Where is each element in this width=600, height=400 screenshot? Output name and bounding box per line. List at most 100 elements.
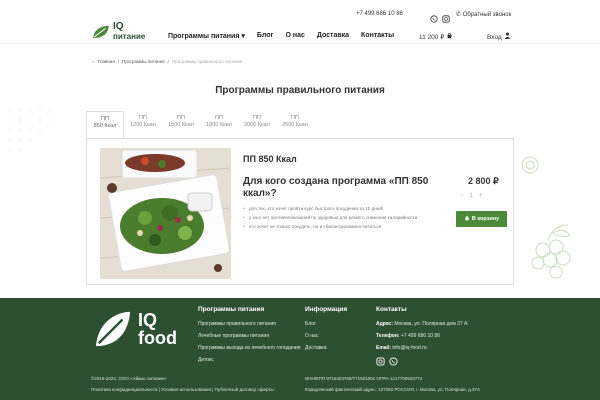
nav-about[interactable]: О нас (285, 32, 304, 40)
product-subtitle: Для кого создана программа «ПП 850 ккал»… (243, 176, 429, 199)
footer-email[interactable]: Email: info@iq-food.ru (376, 345, 467, 351)
footer-address: Адрес: Москва, ул. Полярная дом 37 А (376, 321, 467, 327)
tab-label-line1: ПП (215, 115, 223, 121)
logo[interactable]: IQ питание (92, 21, 146, 41)
tab-label-line1: ПП (291, 115, 299, 121)
whatsapp-icon[interactable] (389, 357, 398, 366)
quantity-minus-button[interactable]: − (460, 193, 464, 199)
footer-link[interactable]: Детокс (198, 357, 300, 363)
callback-label: Обратный звонок (462, 12, 512, 18)
tab-1500[interactable]: ПП 1500 Ккал (162, 111, 200, 138)
footer-link[interactable]: Программы выхода из лечебного голодания (198, 345, 300, 351)
tab-label-line2: 2500 Ккал (282, 122, 308, 128)
shopping-bag-icon (446, 32, 453, 41)
user-icon (504, 32, 511, 41)
tab-label-line2: 850 Ккал (93, 123, 117, 129)
decorative-dots (9, 109, 51, 151)
whatsapp-icon[interactable] (430, 10, 438, 23)
decorative-fruit-illustration (521, 156, 571, 279)
cart-link[interactable]: 11 200 ₽ (419, 32, 453, 41)
quantity-plus-button[interactable]: + (479, 193, 483, 199)
tab-label-line2: 1200 Ккал (130, 122, 156, 128)
footer-logo-food: food (138, 328, 177, 348)
leaf-logo-icon (93, 25, 109, 39)
tab-1800[interactable]: ПП 1800 Ккал (200, 111, 238, 138)
main-nav: Программы питания ▾ Блог О нас Доставка … (168, 32, 394, 40)
logo-text: IQ питание (113, 21, 146, 41)
leaf-logo-icon (95, 311, 131, 347)
footer-link[interactable]: Лечебные программы питания (198, 333, 300, 339)
breadcrumb-current: Программы правильного питания (171, 59, 242, 64)
footer-link[interactable]: О нас (305, 333, 347, 339)
footer-social (376, 357, 467, 366)
footer-link[interactable]: Программы правильного питания (198, 321, 300, 327)
social-links (430, 10, 450, 23)
login-link[interactable]: Вход (487, 32, 511, 41)
footer-info-column: Информация Блог О нас Доставка (305, 306, 347, 357)
home-icon: ⌂ (92, 59, 95, 64)
breadcrumb: ⌂ Главная / Программы питания / Программ… (92, 59, 242, 64)
footer-programs-column: Программы питания Программы правильного … (198, 306, 300, 369)
breadcrumb-separator: / (167, 59, 169, 64)
nav-delivery[interactable]: Доставка (317, 32, 349, 40)
address-label: Адрес: (376, 321, 393, 327)
product-price: 2 800 ₽ (468, 176, 499, 186)
footer-logo-text: IQ food (138, 311, 177, 347)
footer-link[interactable]: Блог (305, 321, 347, 327)
tab-label-line1: ПП (139, 115, 147, 121)
tab-2500[interactable]: ПП 2500 Ккал (276, 111, 314, 138)
footer-column-title: Контакты (376, 306, 407, 313)
tab-label-line2: 1500 Ккал (168, 122, 194, 128)
tab-850[interactable]: ПП 850 Ккал (86, 111, 124, 138)
tab-2000[interactable]: ПП 2000 Ккал (238, 111, 276, 138)
tab-label-line2: 2000 Ккал (244, 122, 270, 128)
list-item: кто хочет не только похудеть, но и сбала… (243, 223, 443, 230)
tab-label-line1: ПП (101, 116, 109, 122)
cart-total: 11 200 ₽ (419, 34, 445, 41)
nav-programs[interactable]: Программы питания ▾ (168, 32, 245, 40)
product-card: ПП 850 Ккал Для кого создана программа «… (86, 138, 514, 285)
copyright: ©2016-2022, ООО «Айкью питание» (91, 376, 167, 381)
product-photo (100, 148, 231, 279)
product-title: ПП 850 Ккал (243, 154, 297, 164)
add-to-cart-label: В корзину (471, 216, 500, 222)
header: IQ питание +7 499 686 10 86 ✆ Обратный з… (0, 0, 600, 44)
tab-1200[interactable]: ПП 1200 Ккал (124, 111, 162, 138)
logo-iq: IQ (113, 21, 124, 32)
email-value: info@iq-food.ru (392, 345, 427, 351)
quantity-value[interactable]: 1 (470, 193, 473, 199)
cart-icon (464, 215, 470, 223)
login-label: Вход (487, 34, 502, 41)
instagram-icon[interactable] (442, 10, 450, 23)
tab-label-line1: ПП (177, 115, 185, 121)
phone-icon: ✆ (456, 12, 462, 18)
footer-phone[interactable]: Телефон: +7 499 686 10 86 (376, 333, 467, 339)
callback-link[interactable]: ✆ Обратный звонок (456, 11, 511, 18)
add-to-cart-button[interactable]: В корзину (456, 211, 507, 227)
chevron-down-icon: ▾ (241, 33, 245, 40)
list-item: у кого нет противопоказаний по здоровью … (243, 214, 443, 221)
phone-value: +7 499 686 10 86 (400, 333, 440, 339)
instagram-icon[interactable] (376, 357, 385, 366)
legal-address: Юридический фактический адрес: 127282 РО… (305, 387, 480, 392)
nav-blog[interactable]: Блог (257, 32, 274, 40)
footer-column-title: Информация (305, 306, 348, 313)
tab-label-line1: ПП (253, 115, 261, 121)
footer-logo[interactable]: IQ food (94, 310, 177, 348)
footer-contacts-column: Контакты Адрес: Москва, ул. Полярная дом… (376, 306, 467, 366)
product-bullets: для тех, кто хочет пройти курс быстрого … (243, 205, 443, 232)
calorie-tabs: ПП 850 Ккал ПП 1200 Ккал ПП 1500 Ккал ПП 180… (86, 111, 314, 138)
footer: IQ food Программы питания Программы прав… (0, 298, 600, 400)
breadcrumb-home[interactable]: Главная (98, 59, 115, 64)
email-label: Email: (376, 345, 392, 351)
breadcrumb-programs[interactable]: Программы питания (122, 59, 164, 64)
address-value: Москва, ул. Полярная дом 37 А (394, 321, 468, 327)
nav-contacts[interactable]: Контакты (361, 32, 394, 40)
header-phone[interactable]: +7 499 686 10 86 (356, 11, 403, 17)
quantity-stepper: − 1 + (460, 193, 482, 199)
footer-link[interactable]: Доставка (305, 345, 347, 351)
phone-label: Телефон: (376, 333, 400, 339)
logo-sub: питание (113, 32, 146, 41)
legal-links[interactable]: Политика конфиденциальности | Условия ис… (91, 387, 274, 392)
nav-programs-label: Программы питания (168, 33, 240, 40)
